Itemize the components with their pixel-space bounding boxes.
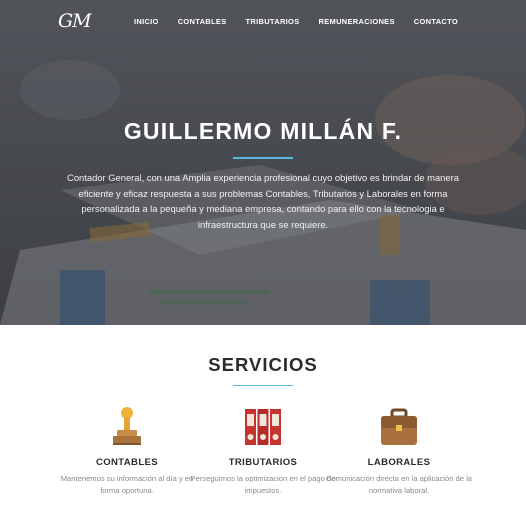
service-desc-tributarios: Perseguimos la optimizacion en el pago d… [190, 474, 336, 495]
nav-item-contacto[interactable]: CONTACTO [414, 17, 458, 26]
hero-section: GM INICIO CONTABLES TRIBUTARIOS REMUNERA… [0, 0, 526, 325]
services-title: SERVICIOS [208, 354, 318, 375]
site-logo[interactable]: GM [58, 10, 92, 32]
service-desc-laborales: Comunicación directa en la aplicación de… [325, 474, 473, 495]
top-navigation: GM INICIO CONTABLES TRIBUTARIOS REMUNERA… [0, 0, 526, 44]
hero-description: Contador General, con una Amplia experie… [67, 172, 459, 230]
nav-item-tributarios[interactable]: TRIBUTARIOS [246, 17, 300, 26]
nav-item-inicio[interactable]: INICIO [134, 17, 159, 26]
service-desc-contables: Mantenemos su información al día y en fo… [60, 474, 194, 495]
binders-icon [241, 405, 285, 449]
nav-item-contables[interactable]: CONTABLES [178, 17, 227, 26]
hero-title: GUILLERMO MILLÁN F. [123, 118, 403, 144]
nav-menu: INICIO CONTABLES TRIBUTARIOS REMUNERACIO… [115, 17, 458, 26]
service-title-contables: CONTABLES [95, 457, 158, 468]
nav-item-remuneraciones[interactable]: REMUNERACIONES [319, 17, 395, 26]
service-tributarios: TRIBUTARIOS Perseguimos la optimizacion … [188, 405, 338, 497]
hero-overlay [0, 0, 526, 325]
hero-divider [233, 157, 293, 159]
service-contables: CONTABLES Mantenemos su información al d… [52, 405, 202, 497]
briefcase-icon [377, 405, 421, 449]
service-laborales: LABORALES Comunicación directa en la apl… [324, 405, 474, 497]
service-title-tributarios: TRIBUTARIOS [228, 457, 298, 468]
services-divider [233, 385, 293, 386]
service-title-laborales: LABORALES [367, 457, 431, 468]
stamp-icon [105, 405, 149, 449]
